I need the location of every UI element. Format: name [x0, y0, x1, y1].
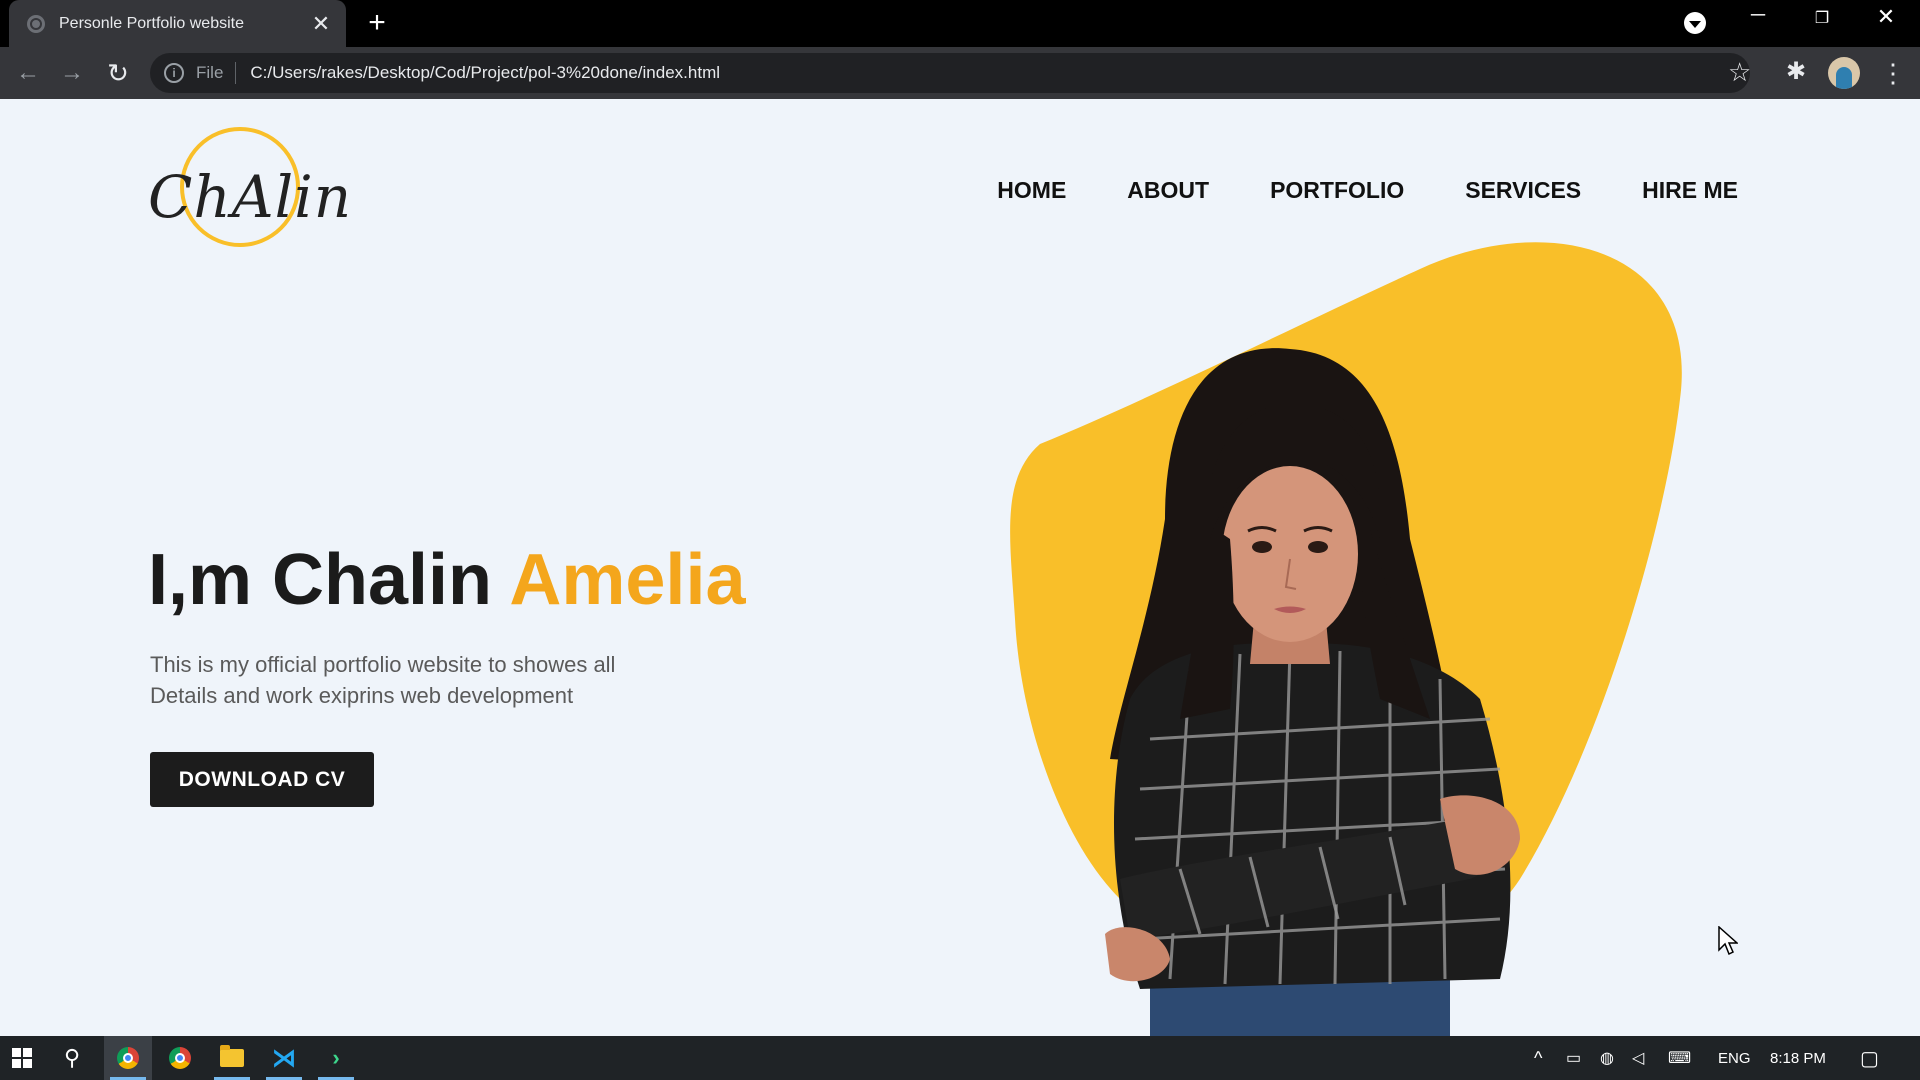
tab-close-icon[interactable]: ✕ — [306, 12, 336, 35]
vscode-icon: ⋊ — [272, 1044, 296, 1072]
network-globe-icon[interactable]: ◍ — [1600, 1036, 1614, 1080]
close-window-button[interactable]: ✕ — [1866, 4, 1906, 30]
windows-start-icon[interactable] — [0, 1036, 44, 1080]
taskbar-terminal[interactable]: › — [312, 1036, 360, 1080]
taskbar-search-icon[interactable]: ⚲ — [52, 1036, 92, 1080]
url-text[interactable]: C:/Users/rakes/Desktop/Cod/Project/pol-3… — [250, 63, 720, 83]
restore-button[interactable]: ❐ — [1802, 8, 1842, 28]
battery-icon[interactable]: ▭ — [1566, 1036, 1581, 1080]
chrome-icon — [117, 1047, 139, 1069]
nav-services[interactable]: SERVICES — [1465, 177, 1581, 204]
nav-about[interactable]: ABOUT — [1127, 177, 1209, 204]
main-nav: HOME ABOUT PORTFOLIO SERVICES HIRE ME — [936, 177, 1738, 204]
site-logo[interactable]: ChAlin — [148, 125, 378, 255]
address-divider — [235, 62, 237, 84]
clock[interactable]: 8:18 PM — [1770, 1036, 1826, 1080]
hero-description-line-1: This is my official portfolio website to… — [150, 652, 616, 677]
page-viewport: ChAlin HOME ABOUT PORTFOLIO SERVICES HIR… — [0, 99, 1920, 1036]
folder-icon — [220, 1045, 244, 1067]
profile-avatar[interactable] — [1828, 57, 1860, 89]
minimize-button[interactable]: ─ — [1738, 4, 1778, 27]
terminal-icon: › — [332, 1045, 340, 1070]
address-bar[interactable]: i File C:/Users/rakes/Desktop/Cod/Projec… — [150, 53, 1750, 93]
notification-icon[interactable]: ▢ — [1860, 1036, 1879, 1080]
browser-profile-indicator-icon[interactable] — [1684, 12, 1706, 34]
logo-text: ChAlin — [148, 163, 353, 231]
nav-home[interactable]: HOME — [997, 177, 1066, 204]
tray-chevron-up-icon[interactable]: ^ — [1534, 1036, 1542, 1080]
back-arrow-icon[interactable]: ← — [12, 57, 44, 89]
language-indicator[interactable]: ENG — [1718, 1036, 1751, 1080]
tab-favicon-icon — [27, 14, 45, 33]
mouse-cursor-icon — [1718, 926, 1738, 956]
bookmark-star-icon[interactable]: ☆ — [1728, 59, 1751, 85]
hero-description-line-2: Details and work exiprins web developmen… — [150, 683, 574, 708]
site-info-icon[interactable]: i — [164, 63, 184, 83]
url-scheme-label: File — [196, 63, 224, 82]
nav-portfolio[interactable]: PORTFOLIO — [1270, 177, 1404, 204]
browser-tabstrip: Personle Portfolio website ✕ + ─ ❐ ✕ — [0, 0, 1920, 47]
hero-headline-accent: Amelia — [509, 540, 746, 620]
taskbar-file-explorer[interactable] — [208, 1036, 256, 1080]
browser-tab[interactable]: Personle Portfolio website ✕ — [9, 0, 346, 47]
reload-icon[interactable]: ↻ — [102, 57, 134, 89]
hero-headline: I,m Chalin Amelia — [148, 539, 745, 621]
hero-description: This is my official portfolio website to… — [150, 649, 710, 711]
taskbar-chrome[interactable] — [156, 1036, 204, 1080]
windows-taskbar: ⚲ ⋊ › ^ ▭ ◍ ◁ ⌨ ENG 8:18 PM ▢ — [0, 1036, 1920, 1080]
extensions-puzzle-icon[interactable]: ✱ — [1786, 59, 1806, 85]
chrome-icon — [169, 1047, 191, 1069]
browser-toolbar: ← → ↻ i File C:/Users/rakes/Desktop/Cod/… — [0, 47, 1920, 99]
new-tab-button[interactable]: + — [362, 8, 392, 38]
taskbar-vscode[interactable]: ⋊ — [260, 1036, 308, 1080]
download-cv-button[interactable]: DOWNLOAD CV — [150, 752, 374, 807]
taskbar-chrome-active[interactable] — [104, 1036, 152, 1080]
volume-icon[interactable]: ◁ — [1632, 1036, 1644, 1080]
keyboard-icon[interactable]: ⌨ — [1668, 1036, 1691, 1080]
nav-hire-me[interactable]: HIRE ME — [1642, 177, 1738, 204]
browser-menu-icon[interactable]: ⋮ — [1880, 57, 1906, 89]
forward-arrow-icon[interactable]: → — [56, 57, 88, 89]
tab-title: Personle Portfolio website — [59, 14, 244, 32]
hero-headline-main: I,m Chalin — [148, 540, 510, 620]
